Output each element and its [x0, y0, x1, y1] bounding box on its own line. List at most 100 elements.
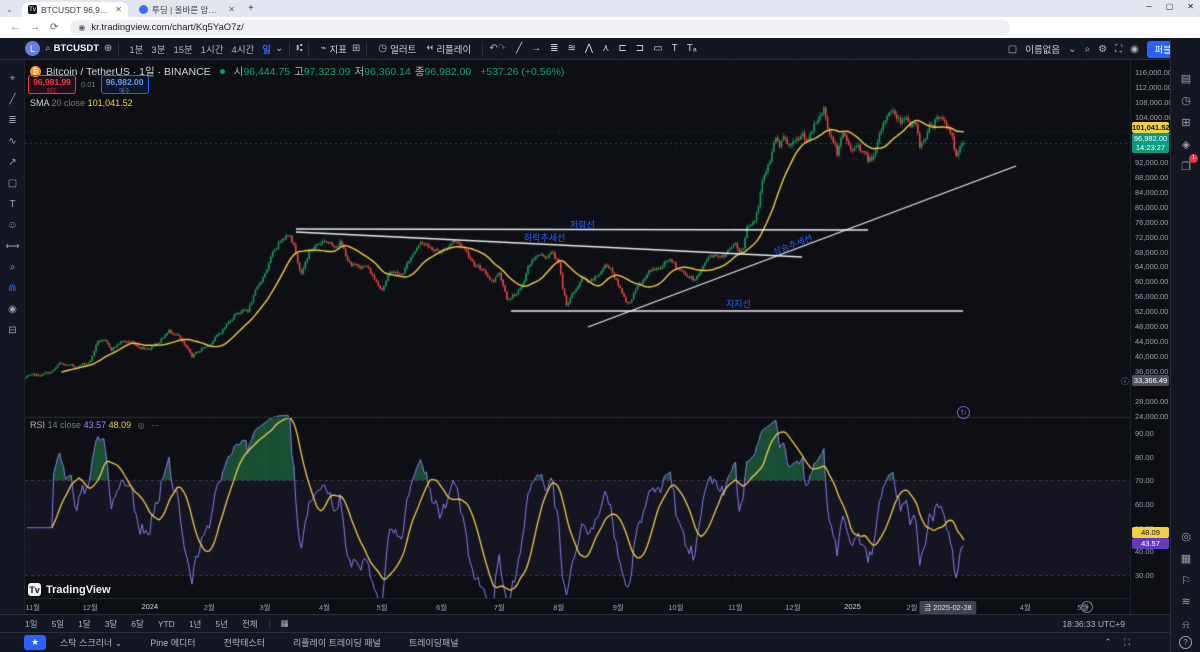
parallel-channel-icon[interactable]: ≣: [550, 43, 558, 54]
window-close-button[interactable]: ✕: [1187, 2, 1194, 11]
tab-close-icon[interactable]: ✕: [115, 5, 122, 14]
time-tick-4월[interactable]: 4월: [1020, 602, 1031, 613]
arrow-icon[interactable]: →: [531, 43, 541, 54]
tab-close-icon[interactable]: ✕: [228, 5, 235, 14]
time-tick-10월[interactable]: 10월: [668, 602, 683, 613]
buy-button[interactable]: 96,982.00 매수: [101, 75, 149, 94]
panel-collapse-icon[interactable]: ⌃: [1104, 637, 1112, 648]
falling-channel-icon[interactable]: ⊐: [636, 43, 644, 54]
time-tick-7월[interactable]: 7월: [494, 602, 505, 613]
magnet-tool[interactable]: ⋒: [0, 280, 25, 298]
time-tick-4월[interactable]: 4월: [319, 602, 330, 613]
resistance-line-label[interactable]: 저항선: [570, 218, 595, 231]
layout-icon[interactable]: ▢: [1008, 44, 1017, 55]
zoom-tool[interactable]: ⌕: [0, 259, 25, 277]
notifications-bell-icon[interactable]: ⍾: [1171, 616, 1200, 634]
range-1년[interactable]: 1년: [182, 618, 209, 630]
bottom-tab-리플레이 트레이딩 패널[interactable]: 리플레이 트레이딩 패널: [279, 636, 395, 649]
browser-tab-active[interactable]: Tv BTCUSDT 96,981.99 ▲ +0.56% ✕: [22, 2, 128, 17]
templates-grid-icon[interactable]: ⊞: [352, 43, 360, 54]
time-tick-11월[interactable]: 11월: [728, 602, 743, 613]
range-3달[interactable]: 3달: [98, 618, 125, 630]
ideas-icon[interactable]: ⚐: [1171, 572, 1200, 590]
emoji-tool[interactable]: ☺: [0, 217, 25, 235]
hotlist-icon[interactable]: ◎: [1171, 528, 1200, 546]
prediction-tool[interactable]: ↗: [0, 154, 25, 172]
interval-1시간[interactable]: 1시간: [197, 45, 228, 56]
undo-icon[interactable]: ↶: [489, 43, 497, 54]
interval-chevron-icon[interactable]: ⌄: [275, 43, 283, 54]
range-1달[interactable]: 1달: [71, 618, 98, 630]
bottom-tab-전략테스터[interactable]: 전략테스터: [210, 636, 279, 649]
reload-button[interactable]: ⟳: [50, 22, 58, 33]
interval-4시간[interactable]: 4시간: [228, 45, 259, 56]
panel-maximize-icon[interactable]: ⛶: [1124, 637, 1130, 648]
time-tick-8월[interactable]: 8월: [553, 602, 564, 613]
rising-channel-icon[interactable]: ⊏: [618, 43, 626, 54]
time-tick-2024[interactable]: 2024: [141, 602, 158, 611]
time-tick-12월[interactable]: 12월: [785, 602, 800, 613]
tab-search-chevron-icon[interactable]: ⌄: [6, 5, 13, 14]
gann-fib-tool[interactable]: ≣: [0, 112, 25, 130]
watchlist-icon[interactable]: ▤: [1171, 70, 1200, 88]
rsi-more-icon[interactable]: ⋯: [151, 421, 159, 430]
time-tick-6월[interactable]: 6월: [436, 602, 447, 613]
interval-15분[interactable]: 15분: [169, 45, 196, 56]
range-6달[interactable]: 6달: [124, 618, 151, 630]
back-button[interactable]: ←: [10, 22, 20, 33]
xabcd-pattern-icon[interactable]: ⋏: [602, 43, 609, 54]
disjoint-channel-icon[interactable]: ≋: [567, 43, 575, 54]
replay-jump-icon[interactable]: ↻: [957, 406, 970, 419]
interval-1분[interactable]: 1분: [125, 45, 147, 56]
cursor-tool[interactable]: ⌖: [0, 70, 25, 88]
sell-button[interactable]: 96,981.99 매도: [28, 75, 76, 94]
bottom-tab-트레이딩패널[interactable]: 트레이딩패널: [395, 636, 473, 649]
alerts-icon[interactable]: ◷: [1171, 92, 1200, 110]
range-5년[interactable]: 5년: [208, 618, 235, 630]
range-YTD[interactable]: YTD: [151, 619, 182, 629]
user-avatar[interactable]: L: [25, 41, 40, 56]
time-tick-9월[interactable]: 9월: [613, 602, 624, 613]
go-to-date-icon[interactable]: ▦: [274, 618, 296, 629]
sma-legend[interactable]: SMA 20 close 101,041.52: [30, 98, 133, 108]
layout-chevron-icon[interactable]: ⌄: [1068, 44, 1076, 55]
time-tick-3월[interactable]: 3월: [259, 602, 270, 613]
symbol-search-button[interactable]: ⌕ BTCUSDT: [40, 43, 104, 54]
range-5일[interactable]: 5일: [45, 618, 72, 630]
bottom-tab-스탁 스크리너[interactable]: 스탁 스크리너 ⌄: [46, 636, 136, 649]
site-info-icon[interactable]: ◉: [78, 23, 85, 32]
rsi-visibility-icon[interactable]: ◎: [138, 421, 145, 430]
favorites-drawing-toolbar-button[interactable]: ★: [24, 635, 46, 650]
forward-button[interactable]: →: [30, 22, 40, 33]
bottom-tab-Pine 에디터[interactable]: Pine 에디터: [136, 636, 209, 649]
trend-line-tool[interactable]: ╱: [0, 91, 25, 109]
interval-active-day[interactable]: 일: [258, 42, 275, 56]
downtrend-line-label[interactable]: 하락추세선: [524, 231, 565, 244]
remove-drawings-tool[interactable]: ⊟: [0, 322, 25, 340]
help-icon[interactable]: ?: [1179, 636, 1192, 649]
text-tool[interactable]: T: [0, 196, 25, 214]
support-line-label[interactable]: 지지선: [726, 297, 751, 310]
redo-icon[interactable]: ↷: [498, 43, 506, 54]
shapes-tool[interactable]: ▢: [0, 175, 25, 193]
time-tick-2월[interactable]: 2월: [906, 602, 917, 613]
pattern-tool[interactable]: ∿: [0, 133, 25, 151]
streams-icon[interactable]: ≋: [1171, 593, 1200, 611]
text-icon[interactable]: T: [672, 43, 678, 54]
window-minimize-button[interactable]: ─: [1146, 2, 1152, 11]
chart-type-icon[interactable]: ⑆: [296, 43, 302, 54]
range-전체[interactable]: 전체: [235, 618, 265, 630]
calendar-icon[interactable]: ▦: [1171, 550, 1200, 568]
fullscreen-icon[interactable]: ⛶: [1115, 44, 1122, 55]
address-bar[interactable]: ◉ kr.tradingview.com/chart/Kq5YaO7z/: [70, 20, 1010, 35]
rsi-legend[interactable]: RSI 14 close 43.57 48.09 ◎ ⋯: [30, 420, 159, 430]
object-tree-icon[interactable]: ◈: [1171, 136, 1200, 154]
zigzag-icon[interactable]: ⋀: [585, 43, 593, 54]
range-1일[interactable]: 1일: [18, 618, 45, 630]
screenshot-camera-icon[interactable]: ◉: [1130, 44, 1139, 55]
anchored-text-icon[interactable]: Tₐ: [687, 43, 697, 54]
time-scale[interactable]: 11월12월20242월3월4월5월6월7월8월9월10월11월12월20252…: [25, 598, 1130, 614]
settings-gear-icon[interactable]: ⚙: [1098, 44, 1107, 55]
price-scale[interactable]: 116,000.00112,000.00108,000.00104,000.00…: [1130, 60, 1170, 614]
alert-button[interactable]: ◷ 얼러트: [373, 42, 421, 56]
